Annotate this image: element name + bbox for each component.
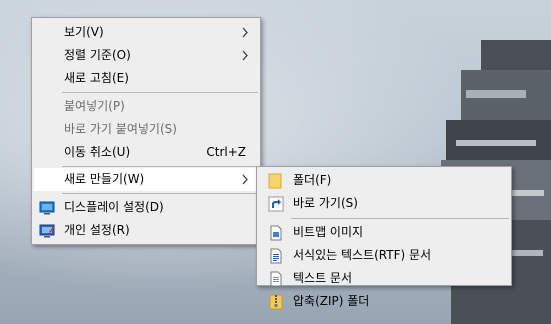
submenu-folder-label: 폴더(F)	[293, 173, 332, 187]
menu-item-personalize[interactable]: 개인 설정(R)	[34, 219, 258, 242]
bitmap-icon	[270, 225, 282, 241]
submenu-item-rtf-document[interactable]: 서식있는 텍스트(RTF) 문서	[259, 244, 509, 267]
menu-item-paste-shortcut-label: 바로 가기 붙여넣기(S)	[64, 122, 177, 136]
menu-item-display-settings[interactable]: 디스플레이 설정(D)	[34, 196, 258, 219]
menu-item-new-label: 새로 만들기(W)	[64, 172, 145, 186]
menu-item-undo-label: 이동 취소(U)	[64, 145, 131, 159]
submenu-item-zip-folder[interactable]: 압축(ZIP) 폴더	[259, 290, 509, 313]
zip-folder-icon	[269, 294, 283, 310]
menu-separator	[62, 193, 258, 194]
submenu-text-label: 텍스트 문서	[293, 271, 353, 285]
menu-item-display-label: 디스플레이 설정(D)	[64, 200, 164, 214]
chevron-right-icon	[242, 50, 248, 61]
menu-item-undo-move[interactable]: 이동 취소(U) Ctrl+Z	[34, 141, 258, 164]
menu-item-paste-label: 붙여넣기(P)	[64, 99, 125, 113]
chevron-right-icon	[242, 174, 248, 185]
menu-item-undo-shortcut: Ctrl+Z	[206, 145, 246, 159]
desktop-context-menu: 보기(V) 정렬 기준(O) 새로 고침(E) 붙여넣기(P) 바로 가기 붙여…	[31, 17, 261, 245]
menu-item-view-label: 보기(V)	[64, 25, 104, 39]
menu-separator	[62, 92, 258, 93]
menu-separator	[291, 218, 509, 219]
submenu-rtf-label: 서식있는 텍스트(RTF) 문서	[293, 248, 432, 262]
submenu-item-text-document[interactable]: 텍스트 문서	[259, 267, 509, 290]
menu-item-paste[interactable]: 붙여넣기(P)	[34, 95, 258, 118]
personalize-icon	[39, 224, 55, 238]
submenu-zip-label: 압축(ZIP) 폴더	[293, 294, 370, 308]
menu-item-refresh[interactable]: 새로 고침(E)	[34, 67, 258, 90]
menu-item-personalize-label: 개인 설정(R)	[64, 223, 130, 237]
menu-item-refresh-label: 새로 고침(E)	[64, 71, 129, 85]
display-icon	[39, 201, 55, 215]
menu-item-sort-label: 정렬 기준(O)	[64, 48, 131, 62]
menu-item-view[interactable]: 보기(V)	[34, 21, 258, 44]
folder-icon	[268, 173, 282, 189]
menu-item-new[interactable]: 새로 만들기(W)	[34, 168, 258, 191]
submenu-item-bitmap[interactable]: 비트맵 이미지	[259, 221, 509, 244]
menu-item-paste-shortcut[interactable]: 바로 가기 붙여넣기(S)	[34, 118, 258, 141]
chevron-right-icon	[242, 27, 248, 38]
submenu-shortcut-label: 바로 가기(S)	[293, 196, 358, 210]
new-submenu: 폴더(F) 바로 가기(S) 비트맵 이미지 서식있는 텍스트(RTF) 문서	[256, 166, 512, 310]
submenu-item-folder[interactable]: 폴더(F)	[259, 169, 509, 192]
menu-item-sort-by[interactable]: 정렬 기준(O)	[34, 44, 258, 67]
submenu-bitmap-label: 비트맵 이미지	[293, 225, 364, 239]
shortcut-icon	[268, 196, 284, 212]
rtf-document-icon	[270, 248, 282, 264]
submenu-item-shortcut[interactable]: 바로 가기(S)	[259, 192, 509, 215]
menu-separator	[62, 166, 258, 167]
text-document-icon	[270, 271, 282, 287]
